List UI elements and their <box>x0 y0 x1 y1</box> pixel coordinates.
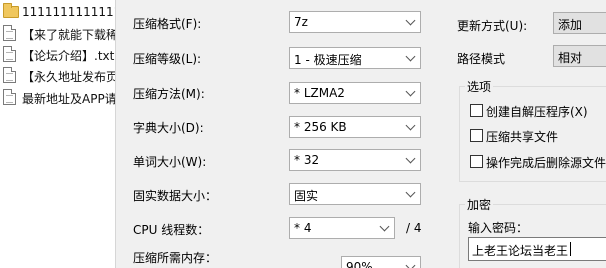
chevron-down-icon <box>405 51 416 62</box>
dictionary-size-value: * 256 KB <box>294 120 347 134</box>
cpu-threads-label: CPU 线程数： <box>133 223 210 237</box>
memory-percent-value: 90% <box>346 260 373 268</box>
delete-after-label: 操作完成后删除源文件 <box>486 156 606 170</box>
file-item[interactable]: 最新地址及APP请 <box>0 87 115 107</box>
cpu-threads-select[interactable]: * 4 <box>289 217 395 239</box>
word-size-select[interactable]: * 32 <box>289 149 421 171</box>
file-item[interactable]: 【论坛介绍】.txt <box>0 44 115 64</box>
password-value: 上老王论坛当老王 <box>472 244 569 258</box>
text-file-icon <box>3 89 16 105</box>
file-item-label: 【来了就能下载稀 <box>22 28 115 42</box>
method-label: 压缩方法(M): <box>133 87 205 101</box>
compress-shared-checkbox[interactable] <box>470 129 483 142</box>
create-sfx-label: 创建自解压程序(X) <box>486 105 588 119</box>
chevron-down-icon <box>379 221 390 232</box>
folder-icon <box>3 3 19 18</box>
file-item[interactable]: 【永久地址发布页 <box>0 65 115 85</box>
format-value: 7z <box>294 15 308 29</box>
dictionary-size-select[interactable]: * 256 KB <box>289 116 421 138</box>
encryption-group-title: 加密 <box>465 196 494 213</box>
add-to-archive-dialog: 压缩格式(F): 7z 压缩等级(L): 1 - 极速压缩 压缩方法(M): *… <box>115 0 606 268</box>
word-size-label: 单词大小(W): <box>133 155 207 169</box>
file-item-label: 11111111111111 <box>22 5 115 19</box>
options-group-title: 选项 <box>465 78 494 95</box>
solid-block-size-select[interactable]: 固实 <box>289 183 421 205</box>
chevron-down-icon <box>405 260 416 268</box>
text-caret <box>570 242 571 256</box>
delete-after-checkbox[interactable] <box>470 155 483 168</box>
path-mode-select[interactable]: 相对 <box>553 45 606 67</box>
file-explorer-panel: 11111111111111 【来了就能下载稀 【论坛介绍】.txt 【永久地址… <box>0 0 115 268</box>
method-value: * LZMA2 <box>294 86 345 100</box>
format-select[interactable]: 7z <box>289 11 421 33</box>
chevron-down-icon <box>405 153 416 164</box>
word-size-value: * 32 <box>294 153 320 167</box>
path-mode-value: 相对 <box>558 51 583 65</box>
cpu-threads-value: * 4 <box>294 221 312 235</box>
chevron-down-icon <box>405 86 416 97</box>
chevron-down-icon <box>405 187 416 198</box>
solid-block-size-label: 固实数据大小： <box>133 189 218 203</box>
chevron-down-icon <box>405 15 416 26</box>
level-value: 1 - 极速压缩 <box>294 53 362 67</box>
file-item-label: 【永久地址发布页 <box>22 70 115 84</box>
memory-percent-select[interactable]: 90% <box>341 256 421 268</box>
create-sfx-checkbox[interactable] <box>470 104 483 117</box>
file-item-label: 【论坛介绍】.txt <box>22 49 115 63</box>
text-file-icon <box>3 46 16 62</box>
format-label: 压缩格式(F): <box>133 17 202 31</box>
level-label: 压缩等级(L): <box>133 52 202 66</box>
memory-usage-label: 压缩所需内存： <box>133 251 218 265</box>
password-input[interactable]: 上老王论坛当老王 <box>468 237 606 261</box>
cpu-threads-total: / 4 <box>406 221 422 235</box>
update-mode-value: 添加 <box>558 18 583 32</box>
dictionary-size-label: 字典大小(D): <box>133 121 204 135</box>
update-mode-label: 更新方式(U): <box>457 19 528 33</box>
text-file-icon <box>3 25 16 41</box>
level-select[interactable]: 1 - 极速压缩 <box>289 47 421 69</box>
password-label: 输入密码： <box>468 221 529 235</box>
file-item-label: 最新地址及APP请 <box>22 92 115 106</box>
file-item-folder[interactable]: 11111111111111 <box>0 2 115 22</box>
chevron-down-icon <box>405 120 416 131</box>
update-mode-select[interactable]: 添加 <box>553 12 606 34</box>
file-item[interactable]: 【来了就能下载稀 <box>0 23 115 43</box>
text-file-icon <box>3 67 16 83</box>
solid-block-size-value: 固实 <box>294 189 319 203</box>
compress-shared-label: 压缩共享文件 <box>486 130 559 144</box>
path-mode-label: 路径模式 <box>457 52 506 66</box>
method-select[interactable]: * LZMA2 <box>289 82 421 104</box>
